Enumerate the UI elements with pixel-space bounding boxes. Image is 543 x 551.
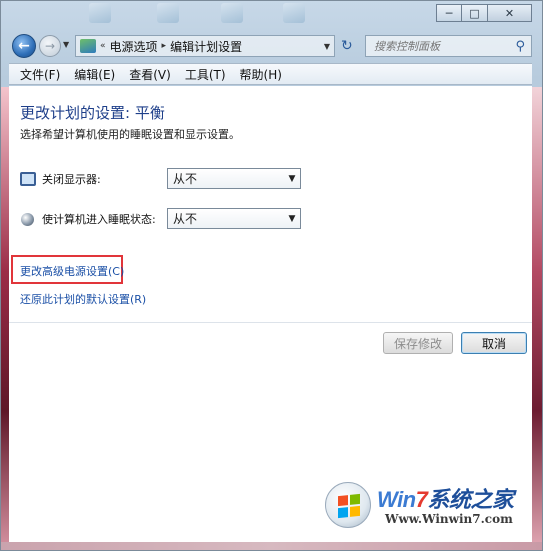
cancel-button[interactable]: 取消: [461, 332, 527, 354]
setting-row-sleep: 使计算机进入睡眠状态:: [20, 208, 156, 230]
window-frame: ─ □ ✕ ← → ▼ « 电源选项 ▸ 编辑计划设置 ▼ ↻ ⚲ 文件(F) …: [0, 0, 543, 551]
desktop-ghost-icon: [221, 3, 243, 23]
forward-button[interactable]: →: [39, 35, 61, 57]
address-bar[interactable]: « 电源选项 ▸ 编辑计划设置 ▼: [75, 35, 335, 57]
watermark: Win7系统之家 Www.Winwin7.com: [325, 480, 520, 532]
advanced-power-settings-link[interactable]: 更改高级电源设置(C): [20, 263, 124, 279]
maximize-button[interactable]: □: [462, 4, 488, 22]
divider: [9, 322, 532, 323]
desktop-ghost-icon: [89, 3, 111, 23]
address-dropdown-icon[interactable]: ▼: [324, 42, 330, 51]
display-off-label: 关闭显示器:: [42, 173, 101, 186]
sleep-label: 使计算机进入睡眠状态:: [42, 213, 156, 226]
chevron-down-icon: ▼: [288, 173, 296, 184]
watermark-brand-seven: 7: [415, 487, 428, 512]
breadcrumb-overflow[interactable]: «: [100, 41, 106, 51]
sleep-value: 从不: [173, 212, 198, 226]
refresh-icon[interactable]: ↻: [341, 38, 353, 54]
breadcrumb-power-options[interactable]: 电源选项: [110, 38, 158, 55]
menu-help[interactable]: 帮助(H): [233, 66, 289, 83]
watermark-url: Www.Winwin7.com: [385, 512, 513, 526]
right-window-border: [532, 87, 542, 550]
watermark-brand: Win7系统之家: [377, 482, 514, 514]
windows-logo-orb: [325, 482, 371, 528]
search-icon[interactable]: ⚲: [515, 39, 525, 54]
display-off-select[interactable]: 从不 ▼: [167, 168, 301, 189]
page-title: 更改计划的设置: 平衡: [20, 104, 165, 122]
forward-arrow-icon: →: [44, 39, 56, 53]
menu-file[interactable]: 文件(F): [13, 66, 67, 83]
breadcrumb-edit-plan[interactable]: 编辑计划设置: [170, 38, 242, 55]
caption-buttons: ─ □ ✕: [436, 4, 532, 22]
setting-row-display: 关闭显示器:: [20, 168, 101, 190]
menu-bar: 文件(F) 编辑(E) 查看(V) 工具(T) 帮助(H): [9, 63, 532, 85]
sleep-select[interactable]: 从不 ▼: [167, 208, 301, 229]
menu-edit[interactable]: 编辑(E): [67, 66, 122, 83]
minimize-button[interactable]: ─: [436, 4, 462, 22]
page-subtitle: 选择希望计算机使用的睡眠设置和显示设置。: [20, 128, 240, 141]
monitor-icon: [20, 172, 36, 186]
display-off-value: 从不: [173, 172, 198, 186]
bottom-window-border: [1, 542, 542, 550]
desktop-icons-behind-glass: [71, 1, 391, 31]
desktop-ghost-icon: [157, 3, 179, 23]
watermark-brand-rest: 系统之家: [427, 487, 514, 512]
save-button[interactable]: 保存修改: [383, 332, 453, 354]
watermark-brand-win: Win: [377, 487, 416, 512]
windows-flag-icon: [338, 493, 360, 519]
close-button[interactable]: ✕: [488, 4, 532, 22]
search-input[interactable]: [374, 39, 514, 53]
left-window-border: [1, 87, 9, 550]
menu-tools[interactable]: 工具(T): [178, 66, 233, 83]
chevron-down-icon: ▼: [288, 213, 296, 224]
history-dropdown-icon[interactable]: ▼: [63, 40, 69, 49]
address-row: ← → ▼ « 电源选项 ▸ 编辑计划设置 ▼ ↻ ⚲: [9, 31, 532, 61]
desktop-ghost-icon: [283, 3, 305, 23]
back-arrow-icon: ←: [18, 38, 30, 54]
restore-defaults-link[interactable]: 还原此计划的默认设置(R): [20, 291, 146, 307]
search-box[interactable]: ⚲: [365, 35, 532, 57]
moon-icon: [21, 212, 34, 226]
breadcrumb-separator[interactable]: ▸: [162, 41, 167, 51]
menu-view[interactable]: 查看(V): [122, 66, 178, 83]
control-panel-icon: [80, 39, 96, 53]
content-pane: 更改计划的设置: 平衡 选择希望计算机使用的睡眠设置和显示设置。 关闭显示器: …: [9, 86, 532, 542]
back-button[interactable]: ←: [12, 34, 36, 58]
